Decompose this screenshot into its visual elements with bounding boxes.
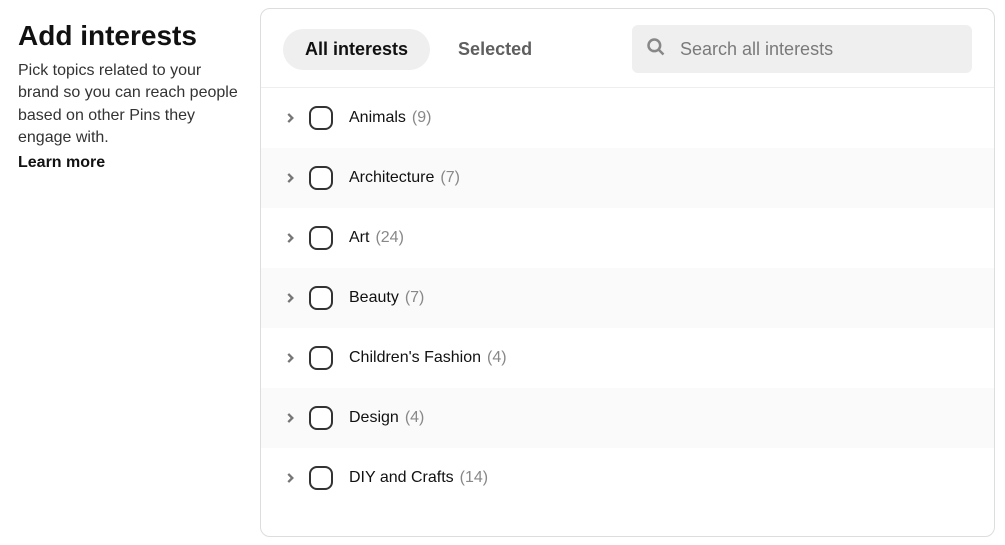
interest-label: Design — [349, 409, 399, 427]
checkbox[interactable] — [309, 466, 333, 490]
tab-selected[interactable]: Selected — [436, 29, 554, 70]
learn-more-link[interactable]: Learn more — [18, 154, 105, 172]
page-description: Pick topics related to your brand so you… — [18, 60, 240, 150]
interest-count: (7) — [405, 289, 425, 307]
search-input[interactable] — [680, 39, 958, 60]
info-panel: Add interests Pick topics related to you… — [0, 0, 260, 545]
chevron-right-icon[interactable] — [279, 231, 301, 245]
search-icon — [646, 37, 666, 62]
chevron-right-icon[interactable] — [279, 111, 301, 125]
chevron-right-icon[interactable] — [279, 171, 301, 185]
interest-label: DIY and Crafts — [349, 469, 454, 487]
interest-count: (4) — [405, 409, 425, 427]
tabs: All interests Selected — [283, 29, 554, 70]
checkbox[interactable] — [309, 406, 333, 430]
page-title: Add interests — [18, 20, 240, 52]
interest-count: (14) — [460, 469, 488, 487]
interest-label: Architecture — [349, 169, 434, 187]
chevron-right-icon[interactable] — [279, 291, 301, 305]
checkbox[interactable] — [309, 226, 333, 250]
list-item: Design (4) — [261, 388, 994, 448]
tab-all-interests[interactable]: All interests — [283, 29, 430, 70]
interests-panel: All interests Selected Animals (9) — [260, 8, 995, 537]
list-item: Children's Fashion (4) — [261, 328, 994, 388]
interest-count: (7) — [440, 169, 460, 187]
panel-header: All interests Selected — [261, 9, 994, 87]
interest-label: Animals — [349, 109, 406, 127]
list-item: Art (24) — [261, 208, 994, 268]
search-container — [632, 25, 972, 73]
interest-label: Art — [349, 229, 369, 247]
chevron-right-icon[interactable] — [279, 351, 301, 365]
checkbox[interactable] — [309, 346, 333, 370]
interest-count: (24) — [375, 229, 403, 247]
interest-count: (4) — [487, 349, 507, 367]
list-item: DIY and Crafts (14) — [261, 448, 994, 508]
interests-list[interactable]: Animals (9) Architecture (7) Art (24) Be… — [261, 87, 994, 536]
list-item: Architecture (7) — [261, 148, 994, 208]
checkbox[interactable] — [309, 286, 333, 310]
checkbox[interactable] — [309, 166, 333, 190]
interest-count: (9) — [412, 109, 432, 127]
interest-label: Beauty — [349, 289, 399, 307]
list-item: Animals (9) — [261, 88, 994, 148]
chevron-right-icon[interactable] — [279, 411, 301, 425]
interest-label: Children's Fashion — [349, 349, 481, 367]
list-item: Beauty (7) — [261, 268, 994, 328]
checkbox[interactable] — [309, 106, 333, 130]
chevron-right-icon[interactable] — [279, 471, 301, 485]
